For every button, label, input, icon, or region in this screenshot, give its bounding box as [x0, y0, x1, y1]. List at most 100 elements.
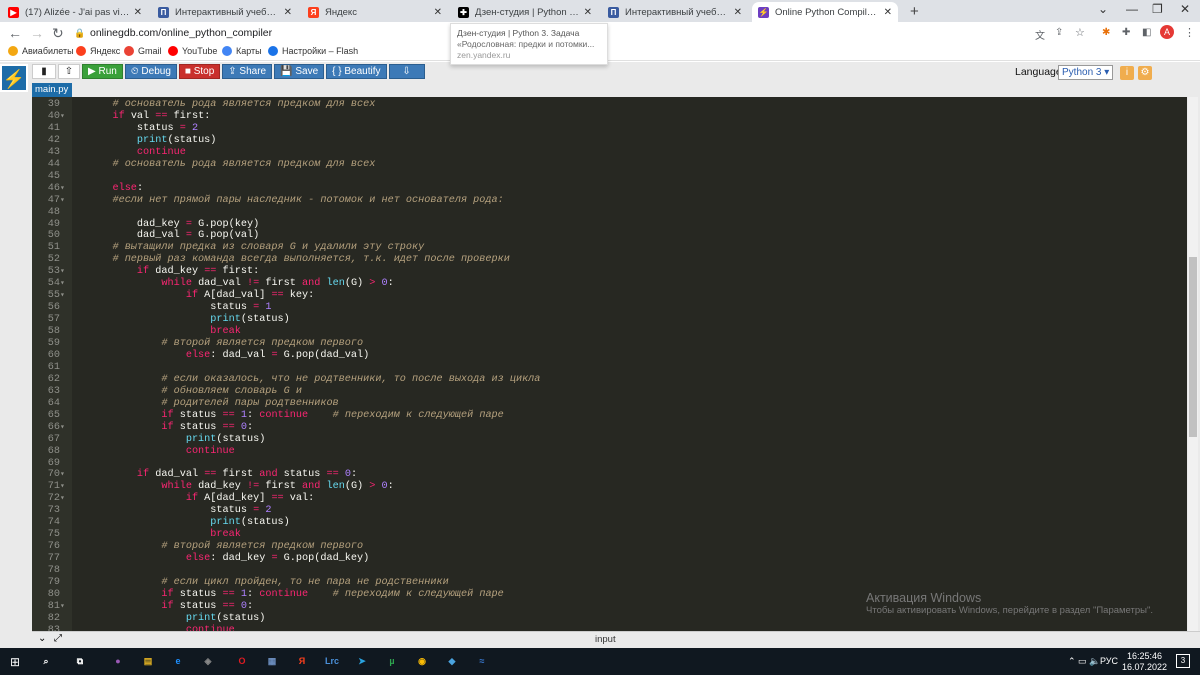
extension-icon[interactable]: ✱ — [1102, 27, 1110, 38]
browser-tab[interactable]: Я Яндекс ✕ — [302, 2, 448, 22]
code-line[interactable]: 76 # второй является предком первого — [32, 541, 1187, 553]
code-line[interactable]: 52 # первый раз команда всегда выполняет… — [32, 254, 1187, 266]
code-line[interactable]: 73 status = 2 — [32, 505, 1187, 517]
code-line[interactable]: 69 — [32, 458, 1187, 470]
code-line[interactable]: 57 print(status) — [32, 314, 1187, 326]
code-line[interactable]: 66 ▾ if status == 0: — [32, 422, 1187, 434]
minimize-button[interactable]: — — [1126, 2, 1138, 16]
task-view-icon[interactable]: ⧉ — [72, 653, 88, 669]
code-line[interactable]: 44 # основатель рода является предком дл… — [32, 159, 1187, 171]
upload-icon[interactable]: ⇧ — [58, 64, 80, 79]
code-line[interactable]: 39 # основатель рода является предком дл… — [32, 99, 1187, 111]
code-line[interactable]: 79 # если цикл пройден, то не пара не ро… — [32, 577, 1187, 589]
code-line[interactable]: 59 # второй является предком первого — [32, 338, 1187, 350]
forward-icon[interactable]: → — [30, 25, 44, 41]
taskbar-clock[interactable]: 16:25:46 16.07.2022 — [1122, 651, 1167, 673]
tab-search-icon[interactable]: ⌄ — [1098, 2, 1108, 16]
tab-close-icon[interactable]: ✕ — [284, 7, 292, 18]
tab-close-icon[interactable]: ✕ — [734, 7, 742, 18]
browser-tab[interactable]: П Интерактивный учебник языка ✕ — [602, 2, 748, 22]
run-button[interactable]: ▶ Run — [82, 64, 123, 79]
code-line[interactable]: 40 ▾ if val == first: — [32, 111, 1187, 123]
browser-tab[interactable]: П Интерактивный учебник языка ✕ — [152, 2, 298, 22]
code-line[interactable]: 51 # вытащили предка из словаря G и удал… — [32, 242, 1187, 254]
code-line[interactable]: 60 else: dad_val = G.pop(dad_val) — [32, 350, 1187, 362]
code-line[interactable]: 47 ▾ #если нет прямой пары наследник - по… — [32, 195, 1187, 207]
settings-gear-icon[interactable]: ⚙ — [1138, 66, 1152, 80]
fold-arrow-icon[interactable]: ▾ — [60, 469, 66, 481]
fold-arrow-icon[interactable]: ▾ — [60, 111, 66, 123]
app-wave-icon[interactable]: ≈ — [474, 653, 490, 669]
code-line[interactable]: 49 dad_key = G.pop(key) — [32, 219, 1187, 231]
back-icon[interactable]: ← — [8, 25, 22, 41]
share-button[interactable]: ⇪ Share — [222, 64, 273, 79]
menu-kebab-icon[interactable]: ⋮ — [1184, 26, 1195, 39]
fold-arrow-icon[interactable]: ▾ — [60, 493, 66, 505]
restore-button[interactable]: ❐ — [1152, 2, 1163, 16]
profile-avatar[interactable]: A — [1160, 25, 1174, 39]
bookmark-item[interactable]: Gmail — [124, 46, 162, 56]
bookmark-item[interactable]: Карты — [222, 46, 262, 56]
save-button[interactable]: 💾 Save — [274, 64, 325, 79]
opera-icon[interactable]: O — [234, 653, 250, 669]
onlinegdb-logo-icon[interactable]: ⚡ — [0, 64, 28, 92]
code-line[interactable]: 56 status = 1 — [32, 302, 1187, 314]
app-purple-icon[interactable]: ● — [110, 653, 126, 669]
url-field[interactable]: onlinegdb.com/online_python_compiler — [90, 27, 272, 39]
bookmark-item[interactable]: Авиабилеты — [8, 46, 74, 56]
close-window-button[interactable]: ✕ — [1180, 2, 1190, 16]
code-line[interactable]: 61 — [32, 362, 1187, 374]
extensions-puzzle-icon[interactable]: ✚ — [1122, 27, 1130, 38]
edge-icon[interactable]: e — [170, 653, 186, 669]
code-line[interactable]: 64 # родителей пары родтвенников — [32, 398, 1187, 410]
info-icon[interactable]: i — [1120, 66, 1134, 80]
photo-app-icon[interactable]: ◈ — [200, 653, 216, 669]
fold-arrow-icon[interactable]: ▾ — [60, 183, 66, 195]
code-line[interactable]: 58 break — [32, 326, 1187, 338]
expand-icon[interactable]: ⤢ — [54, 633, 62, 644]
code-line[interactable]: 41 status = 2 — [32, 123, 1187, 135]
code-line[interactable]: 53 ▾ if dad_key == first: — [32, 266, 1187, 278]
code-line[interactable]: 48 — [32, 207, 1187, 219]
fold-arrow-icon[interactable]: ▾ — [60, 601, 66, 613]
file-explorer-icon[interactable]: ▤ — [140, 653, 156, 669]
share-icon[interactable]: ⇪ — [1055, 27, 1063, 38]
tray-icons[interactable]: ⌃ ▭ 🔈 — [1068, 656, 1100, 667]
windows-start-icon[interactable]: ⊞ — [10, 655, 20, 669]
code-line[interactable]: 46 ▾ else: — [32, 183, 1187, 195]
fold-arrow-icon[interactable]: ▾ — [60, 266, 66, 278]
telegram-icon[interactable]: ➤ — [354, 653, 370, 669]
code-line[interactable]: 50 dad_val = G.pop(val) — [32, 230, 1187, 242]
code-line[interactable]: 68 continue — [32, 446, 1187, 458]
scrollbar-thumb[interactable] — [1189, 257, 1197, 437]
bookmark-item[interactable]: Настройки – Flash — [268, 46, 358, 56]
code-line[interactable]: 72 ▾ if A[dad_key] == val: — [32, 493, 1187, 505]
lrc-icon[interactable]: Lrc — [324, 653, 340, 669]
fold-arrow-icon[interactable]: ▾ — [60, 278, 66, 290]
code-editor[interactable]: 39 # основатель рода является предком дл… — [32, 97, 1187, 631]
browser-tab[interactable]: ✚ Дзен-студия | Python 3. Задача ✕ — [452, 2, 598, 22]
fold-arrow-icon[interactable]: ▾ — [60, 422, 66, 434]
code-line[interactable]: 42 print(status) — [32, 135, 1187, 147]
code-line[interactable]: 45 — [32, 171, 1187, 183]
code-line[interactable]: 65 if status == 1: continue # переходим … — [32, 410, 1187, 422]
fold-arrow-icon[interactable]: ▾ — [60, 195, 66, 207]
code-line[interactable]: 77 else: dad_key = G.pop(dad_key) — [32, 553, 1187, 565]
reload-icon[interactable]: ↻ — [52, 25, 64, 42]
code-line[interactable]: 63 # обновляем словарь G и — [32, 386, 1187, 398]
collapse-chevron-icon[interactable]: ⌄ — [38, 633, 46, 644]
chrome-icon[interactable]: ◉ — [414, 653, 430, 669]
beautify-button[interactable]: { } Beautify — [326, 64, 387, 79]
code-line[interactable]: 70 ▾ if dad_val == first and status == 0: — [32, 469, 1187, 481]
code-line[interactable]: 55 ▾ if A[dad_val] == key: — [32, 290, 1187, 302]
debug-button[interactable]: ⏲ Debug — [124, 64, 177, 79]
search-icon[interactable]: ⌕ — [38, 653, 54, 669]
sidebar-icon[interactable]: ◧ — [1142, 27, 1151, 38]
yandex-icon[interactable]: Я — [294, 653, 310, 669]
translate-icon[interactable]: 文 — [1035, 27, 1045, 42]
tab-close-icon[interactable]: ✕ — [584, 7, 592, 18]
download-button[interactable]: ⇩ — [388, 64, 425, 79]
code-line[interactable]: 78 — [32, 565, 1187, 577]
bookmark-star-icon[interactable]: ☆ — [1075, 26, 1085, 39]
bookmark-item[interactable]: Яндекс — [76, 46, 120, 56]
